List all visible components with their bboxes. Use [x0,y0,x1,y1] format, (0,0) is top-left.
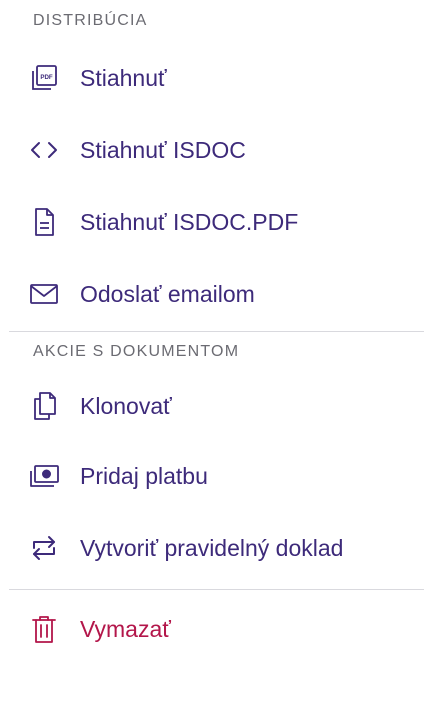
document-icon [26,204,62,240]
document-actions-menu: DISTRIBÚCIA PDF Stiahnuť Stiahnuť ISDOC [0,0,433,712]
clone-item[interactable]: Klonovať [0,372,433,440]
delete-label: Vymazať [80,615,171,642]
recurring-document-item[interactable]: Vytvoriť pravidelný doklad [0,512,433,584]
send-email-label: Odoslať emailom [80,280,255,307]
download-isdoc-item[interactable]: Stiahnuť ISDOC [0,114,433,186]
download-isdoc-pdf-item[interactable]: Stiahnuť ISDOC.PDF [0,186,433,258]
download-isdoc-label: Stiahnuť ISDOC [80,136,246,163]
download-pdf-item[interactable]: PDF Stiahnuť [0,42,433,114]
pdf-icon: PDF [26,60,62,96]
download-label: Stiahnuť [80,64,167,91]
copy-icon [26,388,62,424]
download-isdoc-pdf-label: Stiahnuť ISDOC.PDF [80,208,299,235]
delete-item[interactable]: Vymazať [0,590,433,668]
code-icon [26,132,62,168]
repeat-icon [26,530,62,566]
add-payment-label: Pridaj platbu [80,462,208,489]
section-title-distribution: DISTRIBÚCIA [33,12,148,29]
recurring-document-label: Vytvoriť pravidelný doklad [80,534,344,561]
section-title-actions: AKCIE S DOKUMENTOM [33,343,240,360]
money-icon [26,458,62,494]
add-payment-item[interactable]: Pridaj platbu [0,440,433,512]
trash-icon [26,611,62,647]
svg-text:PDF: PDF [40,74,53,81]
mail-icon [26,276,62,312]
clone-label: Klonovať [80,392,172,419]
send-email-item[interactable]: Odoslať emailom [0,258,433,330]
